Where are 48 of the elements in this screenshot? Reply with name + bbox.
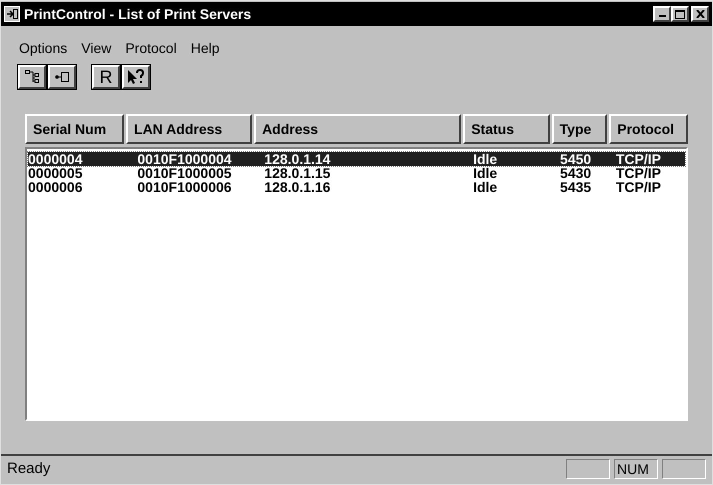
status-text: Ready	[7, 458, 50, 479]
status-pane	[662, 459, 706, 479]
column-header[interactable]: Status	[463, 114, 550, 144]
table-cell-text: 128.0.1.14	[263, 152, 332, 166]
tree-icon	[25, 70, 39, 84]
menu-item[interactable]: View	[81, 38, 112, 58]
table-cell-text: 5435	[559, 180, 592, 194]
column-header[interactable]: Protocol	[609, 114, 688, 144]
table-cell-text: 5430	[559, 166, 592, 180]
tree-button[interactable]	[17, 64, 47, 90]
table-row[interactable]: 0000004 0010F1000004 128.0.1.14 Idle 5450 TCP/IP	[28, 152, 685, 166]
app-icon	[4, 6, 20, 22]
maximize-button[interactable]	[671, 6, 689, 22]
table-cell-text: 0010F1000006	[136, 180, 233, 194]
status-pane	[566, 459, 610, 479]
close-icon	[696, 10, 704, 18]
table-cell-text: TCP/IP	[614, 180, 662, 194]
table-cell-text: 0010F1000005	[136, 166, 233, 180]
minimize-button[interactable]	[653, 6, 671, 22]
num-lock-indicator: NUM	[614, 459, 658, 479]
toolbar-button[interactable]: R	[91, 64, 121, 90]
table-cell-text: Idle	[472, 152, 498, 166]
close-button[interactable]	[691, 6, 709, 22]
menu-item[interactable]: Protocol	[125, 38, 177, 58]
table-cell-text: Idle	[472, 180, 498, 194]
help-pointer-icon	[127, 69, 145, 85]
window-title: PrintControl - List of Print Servers	[24, 4, 252, 24]
column-header[interactable]: Address	[254, 114, 462, 144]
table-cell-text: Idle	[472, 166, 498, 180]
column-header[interactable]: Type	[552, 114, 608, 144]
table-cell-text: 0010F1000004	[136, 152, 233, 166]
table-row[interactable]: 0000006 0010F1000006 128.0.1.16 Idle 5435 TCP/IP	[28, 180, 685, 194]
table-cell-text: 0000006	[28, 180, 84, 194]
table-cell-text: 0000005	[28, 166, 84, 180]
connect-button[interactable]	[47, 64, 77, 90]
table-cell-text: 5450	[559, 152, 592, 166]
connect-icon	[55, 71, 69, 83]
column-header[interactable]: LAN Address	[126, 114, 252, 144]
table-cell-text: 0000004	[28, 152, 84, 166]
table-cell-text: TCP/IP	[614, 152, 662, 166]
table-cell-text: 128.0.1.16	[263, 180, 332, 194]
table-cell-text: TCP/IP	[614, 166, 662, 180]
table-row[interactable]: 0000005 0010F1000005 128.0.1.15 Idle 5430 TCP/IP	[28, 166, 685, 180]
table-cell-text: 128.0.1.15	[263, 166, 332, 180]
column-header[interactable]: Serial Num	[25, 114, 124, 144]
menu-item[interactable]: Help	[190, 38, 220, 58]
menu-item[interactable]: Options	[19, 38, 68, 58]
help-button[interactable]	[121, 64, 151, 90]
